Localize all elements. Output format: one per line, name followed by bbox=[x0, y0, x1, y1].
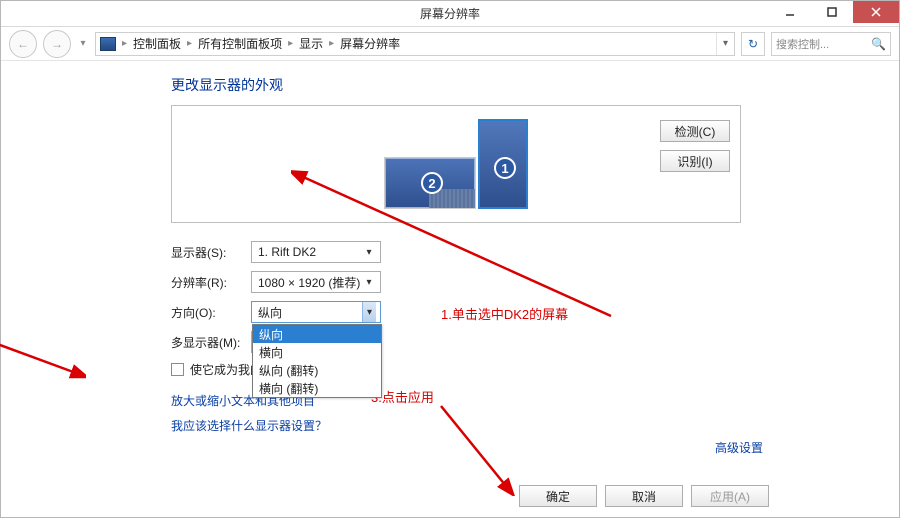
display-value: 1. Rift DK2 bbox=[258, 245, 316, 259]
orientation-option[interactable]: 纵向 (翻转) bbox=[253, 361, 381, 379]
preview-side-buttons: 检测(C) 识别(I) bbox=[660, 120, 730, 172]
breadcrumb-item[interactable]: 屏幕分辨率 bbox=[340, 35, 400, 52]
display-select[interactable]: 1. Rift DK2 ▾ bbox=[251, 241, 381, 263]
monitor-2-number: 2 bbox=[421, 172, 443, 194]
ok-button[interactable]: 确定 bbox=[519, 485, 597, 507]
monitors: 2 1 bbox=[384, 119, 528, 209]
window-title: 屏幕分辨率 bbox=[420, 5, 480, 22]
titlebar: 屏幕分辨率 bbox=[1, 1, 899, 27]
resolution-select[interactable]: 1080 × 1920 (推荐) ▾ bbox=[251, 271, 381, 293]
breadcrumb-sep: ▸ bbox=[286, 38, 295, 49]
orientation-dropdown: 纵向 横向 纵向 (翻转) 横向 (翻转) bbox=[252, 324, 382, 398]
window-controls bbox=[769, 1, 899, 23]
window: 屏幕分辨率 ← → ▾ ▸ 控制面板 ▸ 所有控制面板项 ▸ 显示 ▸ 屏幕分辨… bbox=[0, 0, 900, 518]
advanced-settings-link[interactable]: 高级设置 bbox=[715, 439, 763, 456]
breadcrumb-item[interactable]: 所有控制面板项 bbox=[198, 35, 282, 52]
display-preview: 2 1 检测(C) 识别(I) bbox=[171, 105, 741, 223]
resolution-value: 1080 × 1920 (推荐) bbox=[258, 274, 360, 291]
page-heading: 更改显示器的外观 bbox=[171, 75, 899, 95]
breadcrumb-sep: ▸ bbox=[327, 38, 336, 49]
breadcrumb-item[interactable]: 显示 bbox=[299, 35, 323, 52]
monitor-2[interactable]: 2 bbox=[384, 157, 476, 209]
control-panel-icon bbox=[100, 37, 116, 51]
breadcrumb[interactable]: ▸ 控制面板 ▸ 所有控制面板项 ▸ 显示 ▸ 屏幕分辨率 ▾ bbox=[95, 32, 735, 56]
apply-button[interactable]: 应用(A) bbox=[691, 485, 769, 507]
minimize-button[interactable] bbox=[769, 1, 811, 23]
monitor-1-number: 1 bbox=[494, 157, 516, 179]
orientation-select[interactable]: 纵向 ▾ 纵向 横向 纵向 (翻转) 横向 (翻转) bbox=[251, 301, 381, 323]
breadcrumb-dropdown[interactable]: ▾ bbox=[716, 33, 734, 55]
chevron-down-icon: ▾ bbox=[362, 302, 376, 322]
multi-display-label: 多显示器(M): bbox=[171, 334, 251, 351]
annotation-arrow-2 bbox=[0, 293, 86, 383]
identify-button[interactable]: 识别(I) bbox=[660, 150, 730, 172]
navbar: ← → ▾ ▸ 控制面板 ▸ 所有控制面板项 ▸ 显示 ▸ 屏幕分辨率 ▾ ↻ … bbox=[1, 27, 899, 61]
settings-form: 显示器(S): 1. Rift DK2 ▾ 分辨率(R): 1080 × 192… bbox=[171, 237, 899, 434]
detect-button[interactable]: 检测(C) bbox=[660, 120, 730, 142]
cancel-button[interactable]: 取消 bbox=[605, 485, 683, 507]
dialog-footer: 确定 取消 应用(A) bbox=[519, 485, 769, 507]
breadcrumb-sep: ▸ bbox=[120, 38, 129, 49]
display-label: 显示器(S): bbox=[171, 244, 251, 261]
orientation-value: 纵向 bbox=[258, 304, 282, 321]
help-link[interactable]: 我应该选择什么显示器设置？ bbox=[171, 417, 899, 434]
search-placeholder: 搜索控制... bbox=[776, 36, 829, 52]
history-dropdown[interactable]: ▾ bbox=[77, 38, 89, 49]
chevron-down-icon: ▾ bbox=[362, 242, 376, 262]
orientation-option[interactable]: 横向 bbox=[253, 343, 381, 361]
back-button[interactable]: ← bbox=[9, 30, 37, 58]
breadcrumb-sep: ▸ bbox=[185, 38, 194, 49]
orientation-option[interactable]: 横向 (翻转) bbox=[253, 379, 381, 397]
orientation-option[interactable]: 纵向 bbox=[253, 325, 381, 343]
forward-button[interactable]: → bbox=[43, 30, 71, 58]
refresh-button[interactable]: ↻ bbox=[741, 32, 765, 56]
resolution-label: 分辨率(R): bbox=[171, 274, 251, 291]
monitor-1[interactable]: 1 bbox=[478, 119, 528, 209]
search-icon: 🔍 bbox=[871, 37, 886, 51]
primary-display-checkbox[interactable] bbox=[171, 363, 184, 376]
orientation-label: 方向(O): bbox=[171, 304, 251, 321]
client-area: 更改显示器的外观 2 1 检测(C) 识别(I) 显示器(S): 1. Ri bbox=[1, 61, 899, 517]
close-button[interactable] bbox=[853, 1, 899, 23]
search-input[interactable]: 搜索控制... 🔍 bbox=[771, 32, 891, 56]
maximize-button[interactable] bbox=[811, 1, 853, 23]
chevron-down-icon: ▾ bbox=[362, 272, 376, 292]
breadcrumb-item[interactable]: 控制面板 bbox=[133, 35, 181, 52]
